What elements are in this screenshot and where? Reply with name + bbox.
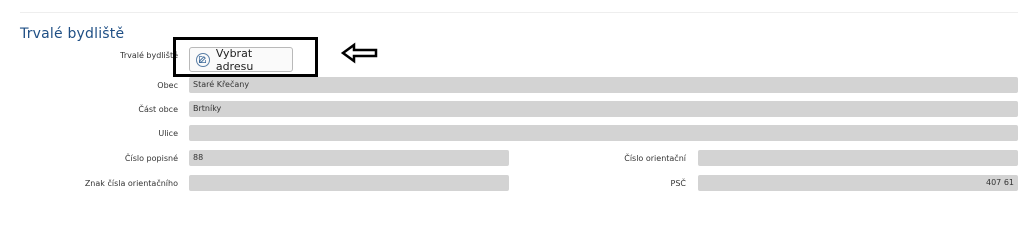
znak-cisla-label: Znak čísla orientačního <box>84 179 178 188</box>
obec-field[interactable]: Staré Křečany <box>189 77 1018 93</box>
cislo-orientacni-field[interactable] <box>698 150 1018 166</box>
left-arrow-icon <box>340 42 378 64</box>
select-address-button[interactable]: Vybrat adresu <box>189 46 293 73</box>
select-address-button-label: Vybrat adresu <box>215 46 254 73</box>
cislo-popisne-field[interactable]: 88 <box>189 150 509 166</box>
cast-obce-field[interactable]: Brtníky <box>189 101 1018 117</box>
psc-label: PSČ <box>670 179 687 188</box>
cislo-orientacni-label: Číslo orientační <box>624 154 686 163</box>
znak-cisla-field[interactable] <box>189 175 509 191</box>
ulice-label: Ulice <box>158 129 178 138</box>
cast-obce-label: Část obce <box>138 105 178 114</box>
section-title: Trvalé bydliště <box>20 26 125 42</box>
ulice-field[interactable] <box>189 125 1018 141</box>
address-picker-label: Trvalé bydliště <box>120 51 178 60</box>
obec-label: Obec <box>157 81 178 90</box>
psc-field[interactable]: 407 61 <box>698 175 1018 191</box>
section-divider <box>20 12 1018 13</box>
cislo-popisne-label: Číslo popisné <box>124 154 178 163</box>
edit-icon <box>196 52 210 67</box>
